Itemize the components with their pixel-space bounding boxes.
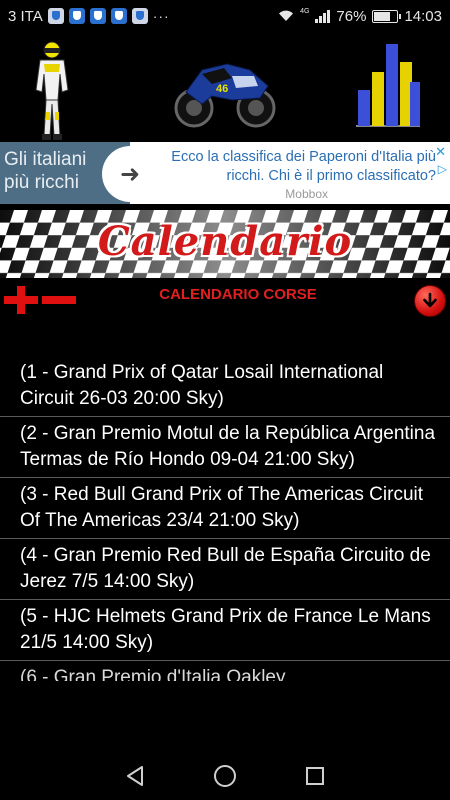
shield-notification-icon (110, 8, 127, 24)
app-notification-icon (47, 8, 64, 24)
status-left: 3 ITA ··· (8, 8, 170, 25)
app-header: 46 (0, 32, 450, 142)
race-item[interactable]: (5 - HJC Helmets Grand Prix de France Le… (0, 600, 450, 661)
toolbar: CALENDARIO CORSE (0, 280, 450, 320)
ad-left-text[interactable]: Gli italiani più ricchi (4, 148, 102, 194)
ad-source: Mobbox (285, 187, 328, 201)
ad-headline[interactable]: Ecco la classifica dei Paperoni d'Italia… (166, 148, 436, 186)
font-size-plus-minus-button[interactable] (4, 286, 76, 314)
ad-open-button[interactable]: ➜ (102, 146, 158, 202)
wifi-icon (279, 10, 294, 21)
battery-percent: 76% (336, 7, 367, 25)
race-list[interactable]: (1 - Grand Prix of Qatar Losail Internat… (0, 356, 450, 692)
more-notifications-icon: ··· (152, 8, 170, 24)
navigation-bar (0, 752, 450, 800)
race-item[interactable]: (4 - Gran Premio Red Bull de España Circ… (0, 539, 450, 600)
recents-square-icon (306, 767, 324, 785)
back-button[interactable] (121, 762, 149, 790)
scroll-down-button[interactable] (414, 285, 446, 317)
clock: 14:03 (404, 7, 442, 25)
race-item[interactable]: (2 - Gran Premio Motul de la República A… (0, 417, 450, 478)
battery-icon (372, 9, 402, 23)
svg-text:46: 46 (216, 83, 228, 95)
ad-choices-icon[interactable]: ▷ (438, 162, 447, 176)
page-title: CALENDARIO CORSE (159, 286, 317, 303)
arrow-down-icon (423, 292, 437, 308)
status-right: 4G 76% 14:03 (278, 8, 442, 25)
signal-icon (315, 9, 331, 23)
close-icon[interactable]: ✕ (435, 144, 446, 160)
race-item[interactable]: (1 - Grand Prix of Qatar Losail Internat… (0, 356, 450, 417)
home-button[interactable] (211, 762, 239, 790)
download-notification-icon (131, 8, 148, 24)
arrow-right-icon: ➜ (119, 160, 141, 188)
ad-banner[interactable]: Gli italiani più ricchi ➜ Ecco la classi… (0, 142, 450, 204)
rider-image[interactable] (22, 40, 82, 142)
carrier-label: 3 ITA (8, 7, 43, 25)
back-triangle-icon (127, 766, 143, 786)
race-item[interactable]: (6 - Gran Premio d'Italia Oakley (0, 661, 450, 681)
status-bar: 3 ITA ··· 4G 76% 14:03 (0, 0, 450, 32)
banner-title: Calendario (97, 218, 353, 265)
home-circle-icon (214, 765, 236, 787)
shield-notification-icon (68, 8, 85, 24)
motorbike-image[interactable]: 46 (172, 52, 277, 130)
network-type-label: 4G (300, 7, 310, 15)
calendar-banner: Calendario (0, 210, 450, 278)
recents-button[interactable] (301, 762, 329, 790)
shield-notification-icon (89, 8, 106, 24)
chart-icon[interactable] (352, 42, 424, 132)
battery-fill (374, 11, 391, 21)
race-item[interactable]: (3 - Red Bull Grand Prix of The Americas… (0, 478, 450, 539)
